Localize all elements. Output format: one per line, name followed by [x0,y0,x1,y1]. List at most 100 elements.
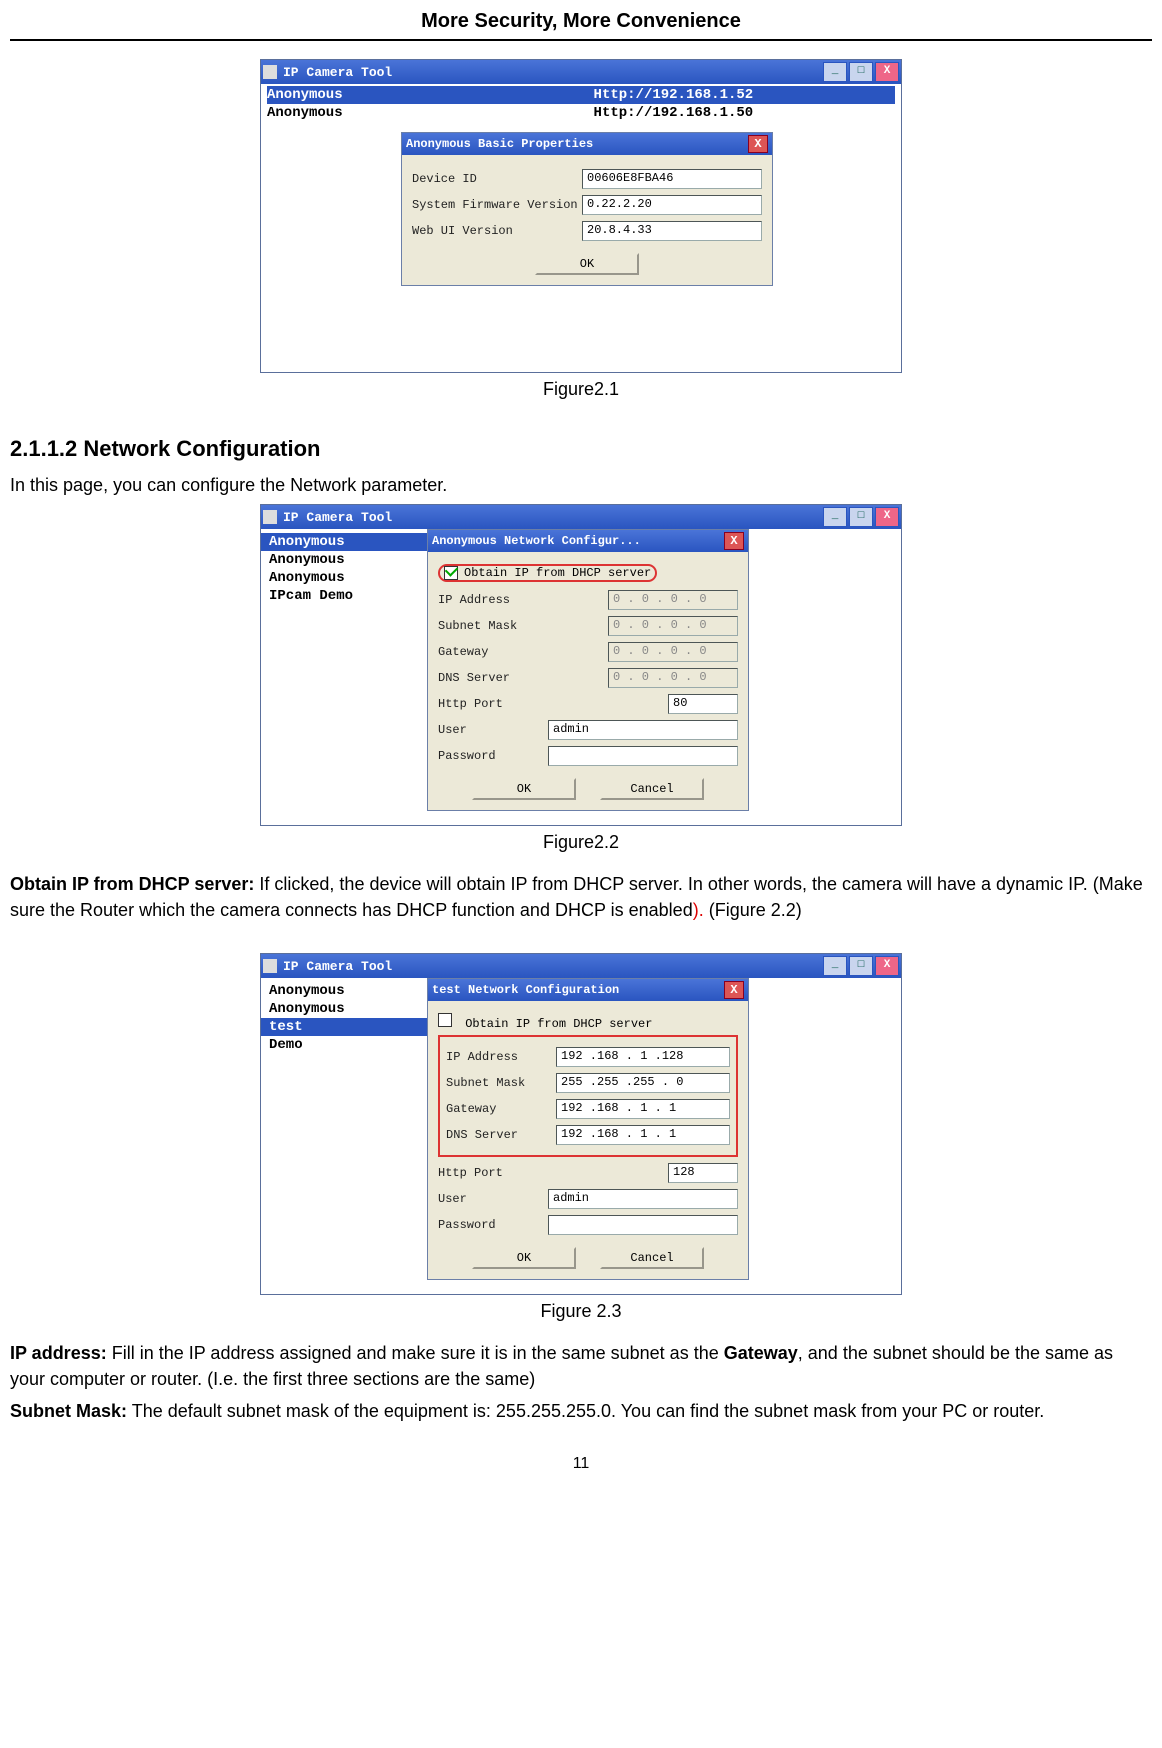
list-item[interactable]: Anonymous Http://192.168.1.52 [267,86,895,104]
mask-def-text: The default subnet mask of the equipment… [127,1401,1044,1421]
list-item[interactable]: Anonymous [261,533,427,551]
gateway-label: Gateway [446,1102,556,1116]
value[interactable]: 0.22.2.20 [582,195,762,215]
minimize-button[interactable]: _ [823,62,847,82]
minimize-button[interactable]: _ [823,507,847,527]
list-item[interactable]: Demo [269,1036,419,1054]
dns-input[interactable]: 192 .168 . 1 . 1 [556,1125,730,1145]
dialog-title: Anonymous Network Configur... [432,534,641,548]
ok-button[interactable]: OK [472,1247,576,1269]
gateway-label: Gateway [438,645,608,659]
port-input[interactable]: 128 [668,1163,738,1183]
list-item[interactable]: Anonymous [269,569,419,587]
close-icon[interactable]: X [724,532,744,550]
cancel-button[interactable]: Cancel [600,1247,704,1269]
tool-window-fig3: IP Camera Tool _ □ X Anonymous Anonymous… [260,953,902,1295]
dialog-titlebar[interactable]: test Network Configuration X [428,979,748,1001]
section-heading: 2.1.1.2 Network Configuration [10,436,1152,462]
app-icon [263,510,277,524]
camera-url: Http://192.168.1.50 [594,105,895,121]
window-title: IP Camera Tool [283,65,392,80]
ip-label: IP Address [438,593,608,607]
app-icon [263,65,277,79]
titlebar[interactable]: IP Camera Tool _ □ X [261,954,901,978]
window-title: IP Camera Tool [283,959,392,974]
titlebar[interactable]: IP Camera Tool _ □ X [261,60,901,84]
user-input[interactable]: admin [548,720,738,740]
maximize-button[interactable]: □ [849,956,873,976]
list-item[interactable]: Anonymous [269,982,419,1000]
app-icon [263,959,277,973]
list-item[interactable]: test [261,1018,427,1036]
password-label: Password [438,1218,548,1232]
ip-input[interactable]: 192 .168 . 1 .128 [556,1047,730,1067]
dhcp-def-paren: ). [693,900,704,920]
password-input[interactable] [548,746,738,766]
close-button[interactable]: X [875,507,899,527]
port-label: Http Port [438,697,608,711]
camera-name: Anonymous [267,105,594,121]
field-firmware: System Firmware Version 0.22.2.20 [412,195,762,215]
list-item[interactable]: Anonymous [269,1000,419,1018]
gateway-input[interactable]: 192 .168 . 1 . 1 [556,1099,730,1119]
camera-side-list[interactable]: Anonymous Anonymous Anonymous IPcam Demo [261,529,427,609]
value[interactable]: 00606E8FBA46 [582,169,762,189]
dhcp-highlight: Obtain IP from DHCP server [438,564,657,582]
maximize-button[interactable]: □ [849,62,873,82]
cancel-button[interactable]: Cancel [600,778,704,800]
ip-label: IP Address [446,1050,556,1064]
label: Device ID [412,172,582,186]
dhcp-label: Obtain IP from DHCP server [464,566,651,580]
value[interactable]: 20.8.4.33 [582,221,762,241]
gateway-input[interactable]: 0 . 0 . 0 . 0 [608,642,738,662]
port-input[interactable]: 80 [668,694,738,714]
maximize-button[interactable]: □ [849,507,873,527]
close-button[interactable]: X [875,62,899,82]
dialog-title: Anonymous Basic Properties [406,137,593,151]
user-label: User [438,1192,548,1206]
dialog-titlebar[interactable]: Anonymous Network Configur... X [428,530,748,552]
ok-button[interactable]: OK [472,778,576,800]
mask-input[interactable]: 0 . 0 . 0 . 0 [608,616,738,636]
figure-caption: Figure2.1 [10,379,1152,400]
paragraph-mask: Subnet Mask: The default subnet mask of … [10,1398,1152,1424]
list-item[interactable]: Anonymous [269,551,419,569]
figure-caption: Figure 2.3 [10,1301,1152,1322]
section-intro: In this page, you can configure the Netw… [10,472,1152,498]
network-config-dialog: test Network Configuration X Obtain IP f… [427,978,749,1280]
ip-def-text: Fill in the IP address assigned and make… [107,1343,724,1363]
password-input[interactable] [548,1215,738,1235]
dialog-titlebar[interactable]: Anonymous Basic Properties X [402,133,772,155]
dns-input[interactable]: 0 . 0 . 0 . 0 [608,668,738,688]
titlebar[interactable]: IP Camera Tool _ □ X [261,505,901,529]
mask-label: Subnet Mask [446,1076,556,1090]
dhcp-checkbox[interactable] [444,566,458,580]
close-icon[interactable]: X [748,135,768,153]
mask-input[interactable]: 255 .255 .255 . 0 [556,1073,730,1093]
mask-def-label: Subnet Mask: [10,1401,127,1421]
user-label: User [438,723,548,737]
camera-list[interactable]: Anonymous Http://192.168.1.52 Anonymous … [261,84,901,122]
label: Web UI Version [412,224,582,238]
dhcp-checkbox[interactable] [438,1013,452,1027]
list-item[interactable]: Anonymous Http://192.168.1.50 [267,104,895,122]
mask-label: Subnet Mask [438,619,608,633]
list-item[interactable]: IPcam Demo [269,587,419,605]
dhcp-def-label: Obtain IP from DHCP server: [10,874,254,894]
camera-name: Anonymous [267,87,594,103]
camera-side-list[interactable]: Anonymous Anonymous test Demo [261,978,427,1058]
camera-url: Http://192.168.1.52 [594,87,895,103]
close-button[interactable]: X [875,956,899,976]
label: System Firmware Version [412,198,582,212]
minimize-button[interactable]: _ [823,956,847,976]
ip-input[interactable]: 0 . 0 . 0 . 0 [608,590,738,610]
ok-button[interactable]: OK [535,253,639,275]
tool-window-fig1: IP Camera Tool _ □ X Anonymous Http://19… [260,59,902,373]
user-input[interactable]: admin [548,1189,738,1209]
gateway-word: Gateway [724,1343,798,1363]
figure-caption: Figure2.2 [10,832,1152,853]
paragraph-ip: IP address: Fill in the IP address assig… [10,1340,1152,1392]
paragraph-dhcp: Obtain IP from DHCP server: If clicked, … [10,871,1152,923]
close-icon[interactable]: X [724,981,744,999]
dhcp-label: Obtain IP from DHCP server [465,1017,652,1031]
